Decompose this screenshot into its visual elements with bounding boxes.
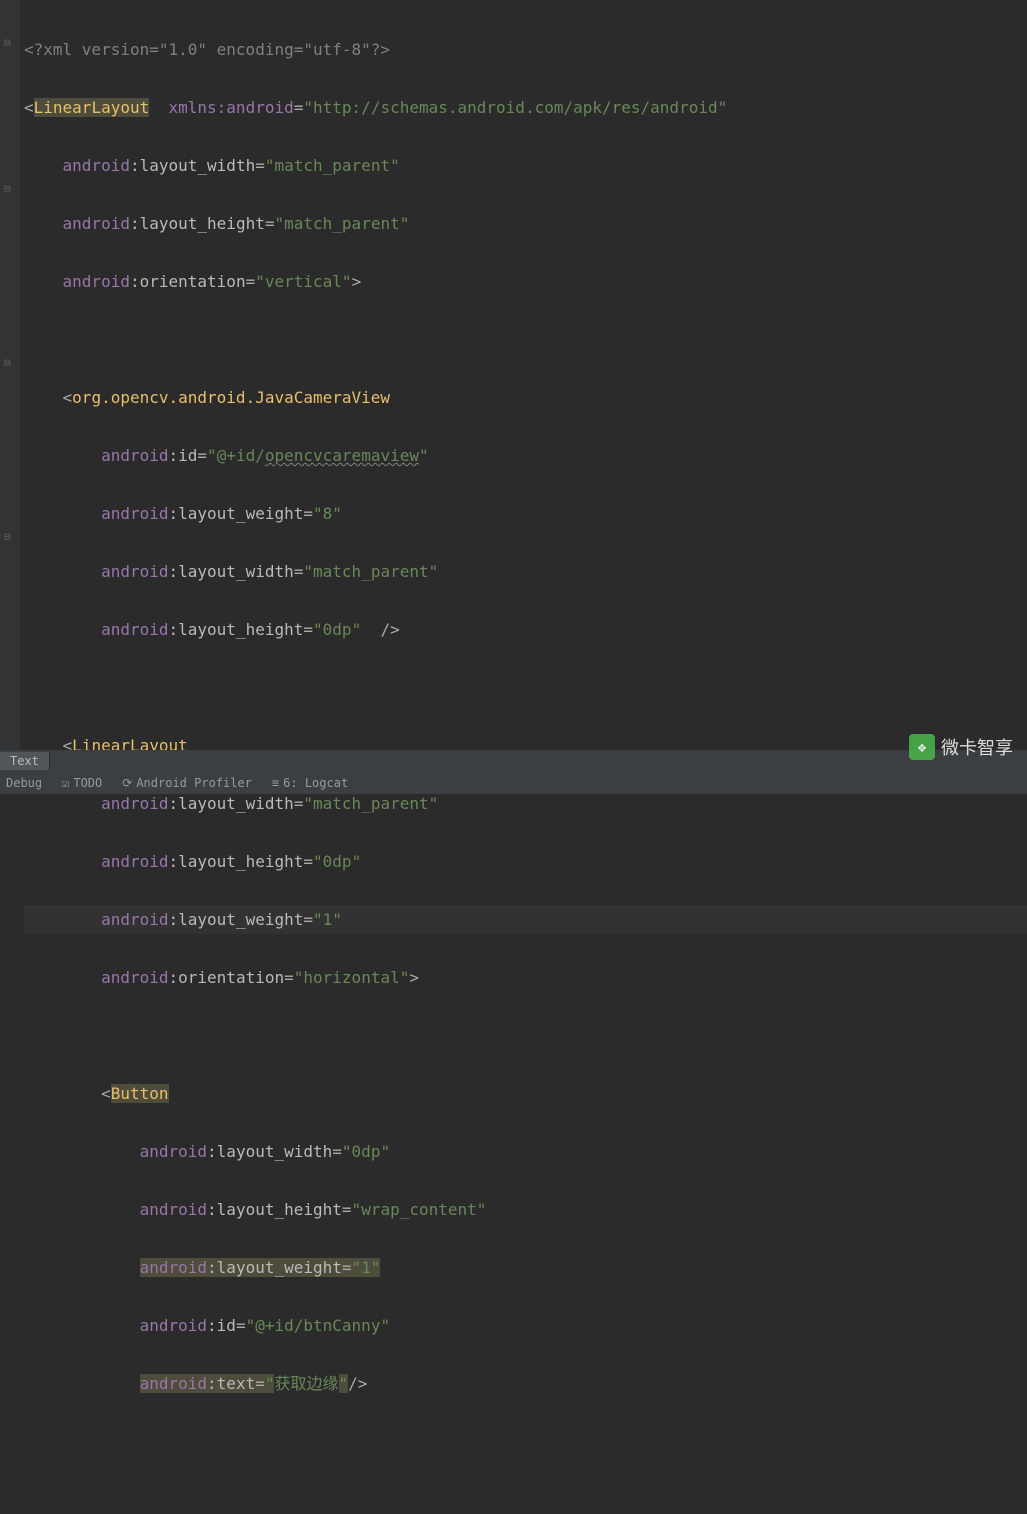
tool-logcat[interactable]: ≡ 6: Logcat	[272, 776, 348, 790]
watermark-text: 微卡智享	[941, 734, 1013, 760]
fold-marker-icon[interactable]: ⊟	[4, 356, 11, 369]
bottom-tabs: Text	[0, 750, 1027, 772]
tool-debug[interactable]: Debug	[6, 776, 42, 790]
xml-prolog: <?xml version="1.0" encoding="utf-8"?>	[24, 40, 390, 59]
camera-tag: org.opencv.android.JavaCameraView	[72, 388, 390, 407]
fold-marker-icon[interactable]: ⊟	[4, 36, 11, 49]
root-tag: LinearLayout	[34, 98, 150, 117]
tool-todo[interactable]: ☑ TODO	[62, 776, 102, 790]
tool-window-bar: Debug ☑ TODO ⟳ Android Profiler ≡ 6: Log…	[0, 772, 1027, 794]
fold-marker-icon[interactable]: ⊟	[4, 182, 11, 195]
gutter: ⊟ ⊟ ⊟ ⊟	[0, 0, 20, 756]
button-tag: Button	[111, 1084, 169, 1103]
editor-area[interactable]: ⊟ ⊟ ⊟ ⊟ <?xml version="1.0" encoding="ut…	[0, 0, 1027, 756]
fold-marker-icon[interactable]: ⊟	[4, 530, 11, 543]
wechat-icon: ❖	[909, 734, 935, 760]
tab-text[interactable]: Text	[0, 752, 50, 770]
code-content[interactable]: <?xml version="1.0" encoding="utf-8"?> <…	[20, 0, 1027, 756]
watermark: ❖ 微卡智享	[909, 734, 1013, 760]
tool-profiler[interactable]: ⟳ Android Profiler	[122, 776, 252, 790]
